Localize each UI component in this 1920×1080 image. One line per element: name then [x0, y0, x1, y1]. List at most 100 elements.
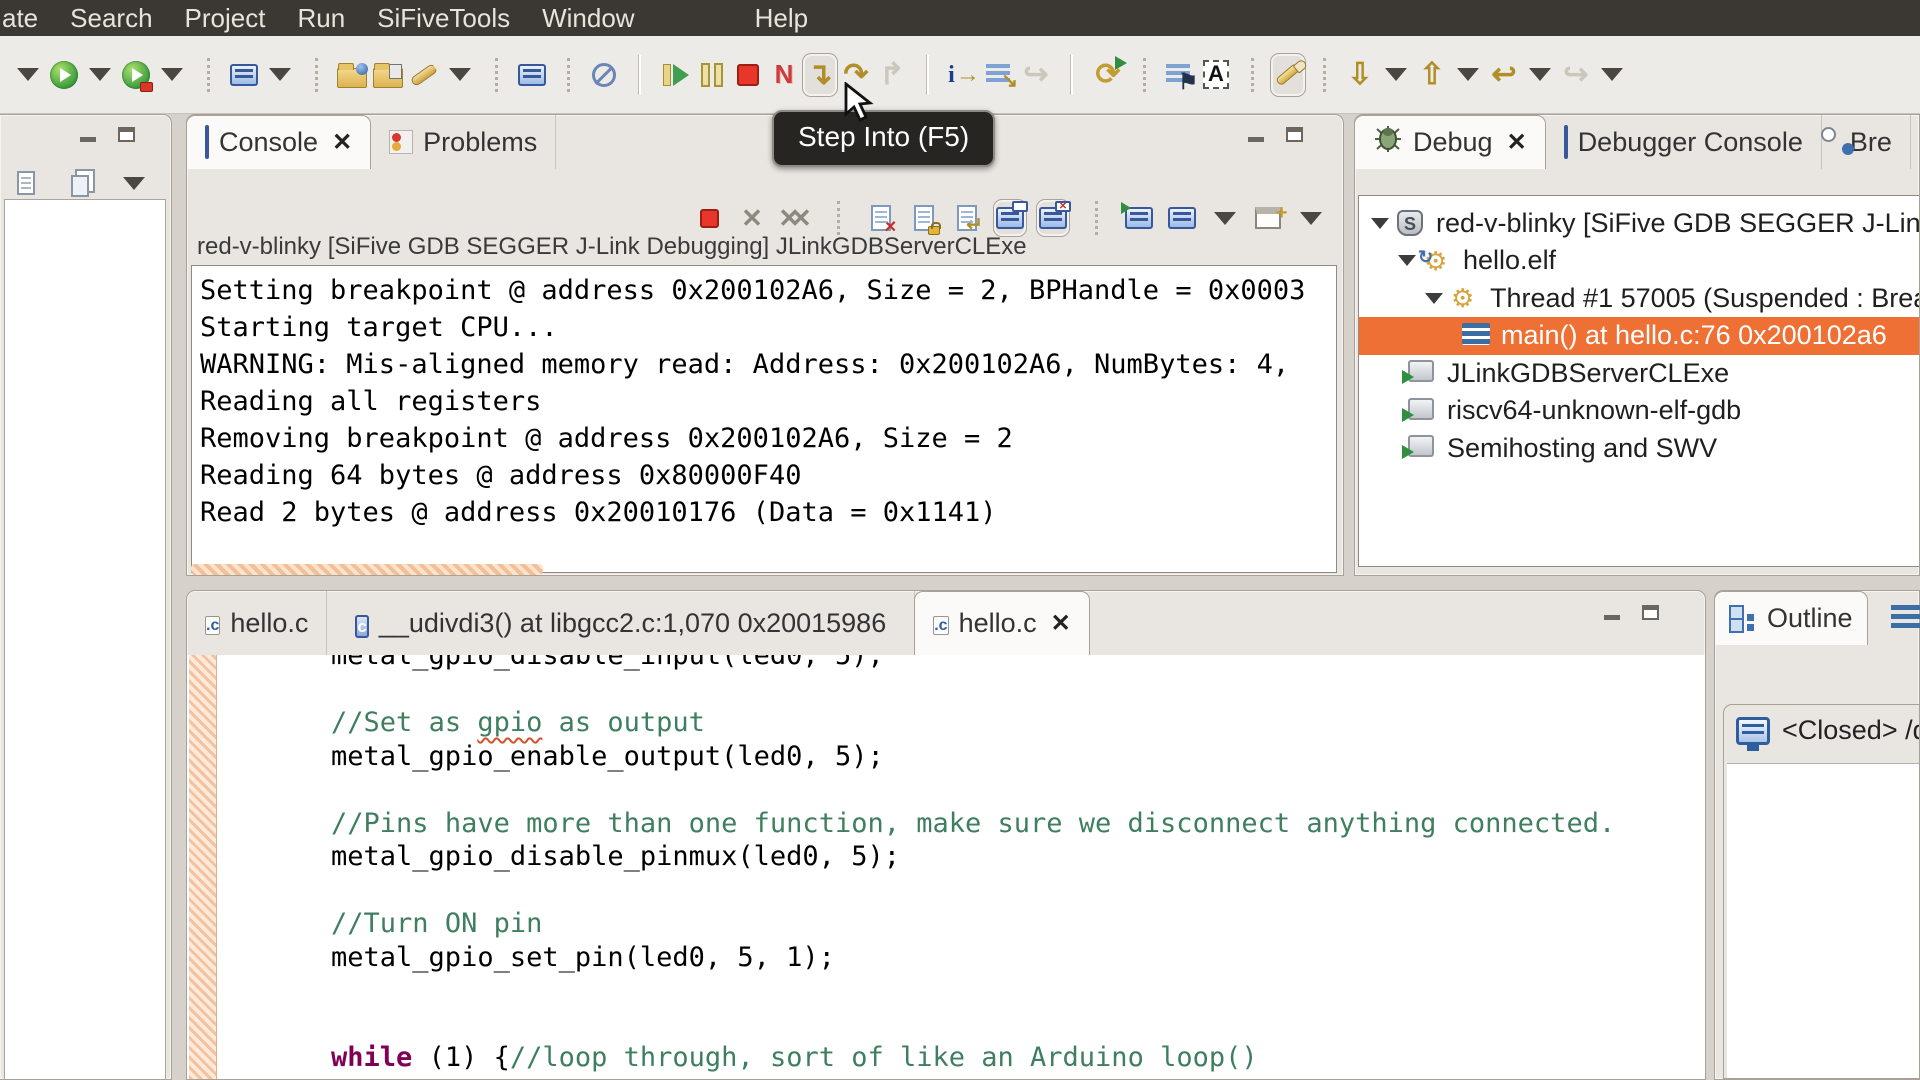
close-icon[interactable]: ✕	[1507, 128, 1527, 157]
back-button[interactable]: ↩	[1486, 53, 1522, 97]
expander-icon[interactable]	[1425, 292, 1443, 304]
tab-label: Console	[219, 127, 319, 157]
scroll-lock-button[interactable]	[907, 199, 941, 237]
open-console-view-button[interactable]	[514, 53, 550, 97]
toolbar-separator	[1234, 53, 1270, 97]
console-output[interactable]: Setting breakpoint @ address 0x200102A6,…	[191, 265, 1337, 573]
highlight-button[interactable]	[1270, 52, 1306, 97]
debug-tree-row[interactable]: JLinkGDBServerCLExe	[1359, 354, 1919, 392]
instruction-step-button[interactable]: i→	[946, 53, 982, 97]
pen-dropdown-icon[interactable]	[442, 53, 478, 97]
restart-button[interactable]: ⟳	[1090, 53, 1127, 97]
previous-annotation-dropdown-icon[interactable]	[1450, 53, 1486, 97]
debug-tree-row[interactable]: ⚙ ↻ hello.elf	[1359, 242, 1919, 280]
menu-item-window[interactable]: Window	[526, 3, 650, 34]
debug-tree: Sred-v-blinky [SiFive GDB SEGGER J-Link …	[1358, 195, 1919, 567]
tab-debugger-console[interactable]: Debugger Console	[1546, 115, 1822, 169]
move-to-line-button[interactable]: ↪	[1018, 53, 1054, 97]
tab-debug[interactable]: Debug ✕	[1354, 115, 1546, 169]
terminal-row[interactable]: <Closed> /de	[1724, 705, 1919, 756]
marker-pen-button[interactable]	[406, 53, 442, 97]
show-type-names-button[interactable]: A	[1198, 53, 1234, 97]
debug-tree-row[interactable]: riscv64-unknown-elf-gdb	[1359, 392, 1919, 430]
close-icon[interactable]: ✕	[332, 128, 352, 157]
instruction-stepping-mode-button[interactable]: ↘	[982, 53, 1018, 97]
tab--udivdi3-at-libgcc2-c-1-070-0x20015986[interactable]: c __udivdi3() at libgcc2.c:1,070 0x200159…	[327, 591, 916, 655]
tab-hello-c[interactable]: .c hello.c	[187, 591, 328, 655]
skip-all-breakpoints-button[interactable]	[586, 53, 622, 97]
explorer-content[interactable]	[4, 199, 166, 1079]
disconnect-button[interactable]: N	[766, 53, 802, 97]
resume-button[interactable]	[658, 53, 694, 97]
minimize-icon[interactable]	[1604, 615, 1620, 620]
expander-icon[interactable]	[1398, 255, 1416, 266]
step-return-button[interactable]: ↱	[874, 53, 910, 97]
perspective-dropdown-icon[interactable]	[262, 53, 298, 97]
show-stdout-button[interactable]	[993, 199, 1028, 237]
open-perspective-button[interactable]	[226, 53, 262, 97]
sort-icon[interactable]	[1891, 605, 1920, 631]
open-console-dropdown-icon[interactable]	[1294, 199, 1328, 237]
display-console-button[interactable]	[1165, 199, 1199, 237]
profile-button[interactable]: ⚑	[1162, 53, 1198, 97]
maximize-icon[interactable]	[118, 127, 135, 142]
next-annotation-dropdown-icon[interactable]	[1378, 53, 1414, 97]
run-button[interactable]	[46, 53, 82, 97]
run-dropdown-icon[interactable]	[82, 53, 118, 97]
import-folder-button[interactable]	[334, 53, 370, 97]
tab-outline[interactable]: Outline	[1714, 591, 1868, 645]
terminate-button[interactable]	[730, 53, 766, 97]
suspend-button[interactable]	[694, 53, 730, 97]
tab-hello-c[interactable]: .c hello.c ✕	[914, 591, 1090, 655]
maximize-icon[interactable]	[1642, 605, 1659, 620]
remove-launch-button[interactable]: ✕	[735, 199, 769, 237]
terminate-console-button[interactable]	[692, 199, 726, 237]
console-line: WARNING: Mis-aligned memory read: Addres…	[200, 349, 1290, 380]
back-dropdown-icon[interactable]	[1522, 53, 1558, 97]
menu-item-help[interactable]: Help	[739, 3, 824, 34]
step-into-button[interactable]: ↴	[802, 52, 838, 97]
editor-annotation-gutter[interactable]	[189, 655, 217, 1079]
clear-console-button[interactable]: ✕	[864, 199, 898, 237]
terminal-content[interactable]	[1727, 763, 1919, 1078]
menu-item-sifivetools[interactable]: SiFiveTools	[361, 3, 526, 34]
code-segment-comment: //Turn ON pin	[331, 908, 543, 939]
debug-dropdown-icon[interactable]	[154, 53, 190, 97]
tab-bre[interactable]: Bre	[1822, 115, 1911, 169]
minimize-icon[interactable]	[1248, 137, 1264, 142]
debug-tree-row[interactable]: main() at hello.c:76 0x200102a6	[1359, 316, 1919, 355]
display-console-dropdown-icon[interactable]	[1208, 199, 1242, 237]
word-wrap-button[interactable]: ↵	[950, 199, 984, 237]
menu-item-project[interactable]: Project	[169, 3, 282, 34]
expander-icon[interactable]	[1371, 217, 1389, 229]
debug-tree-row[interactable]: ⚙ Thread #1 57005 (Suspended : Breakpo	[1359, 279, 1919, 317]
next-annotation-button[interactable]: ⇩	[1342, 53, 1378, 97]
tab-console[interactable]: Console ✕	[186, 115, 372, 169]
new-dropdown-icon[interactable]	[10, 53, 46, 97]
tab-problems[interactable]: Problems	[371, 115, 557, 169]
previous-annotation-button[interactable]: ⇧	[1414, 53, 1450, 97]
tree-row-label: Semihosting and SWV	[1447, 432, 1718, 463]
forward-button[interactable]: ↪	[1558, 53, 1594, 97]
maximize-icon[interactable]	[1286, 127, 1303, 142]
debug-tree-row[interactable]: Sred-v-blinky [SiFive GDB SEGGER J-Link …	[1359, 204, 1919, 242]
open-console-button[interactable]	[1251, 199, 1287, 237]
horizontal-scrollbar[interactable]	[191, 564, 543, 575]
menu-item-search[interactable]: Search	[54, 3, 168, 34]
minimize-icon[interactable]	[80, 137, 96, 142]
open-project-button[interactable]	[370, 53, 406, 97]
close-icon[interactable]: ✕	[1051, 609, 1071, 638]
show-stderr-button[interactable]: ✕	[1036, 199, 1071, 237]
code-line: metal_gpio_set_pin(led0, 5, 1);	[266, 941, 1615, 975]
debug-tree-row[interactable]: Semihosting and SWV	[1359, 429, 1919, 467]
forward-dropdown-icon[interactable]	[1594, 53, 1630, 97]
pin-console-button[interactable]	[1121, 199, 1156, 237]
remove-all-terminated-button[interactable]: ✕✕	[778, 199, 812, 237]
menu-item-run[interactable]: Run	[281, 3, 361, 34]
code-editor[interactable]: metal_gpio_disable_input(led0, 5); //Set…	[187, 655, 1705, 1079]
menu-item-ate[interactable]: ate	[0, 3, 54, 34]
console-process-title: red-v-blinky [SiFive GDB SEGGER J-Link D…	[197, 233, 1027, 260]
debug-button[interactable]	[118, 53, 154, 97]
tree-row-label: riscv64-unknown-elf-gdb	[1447, 395, 1742, 425]
